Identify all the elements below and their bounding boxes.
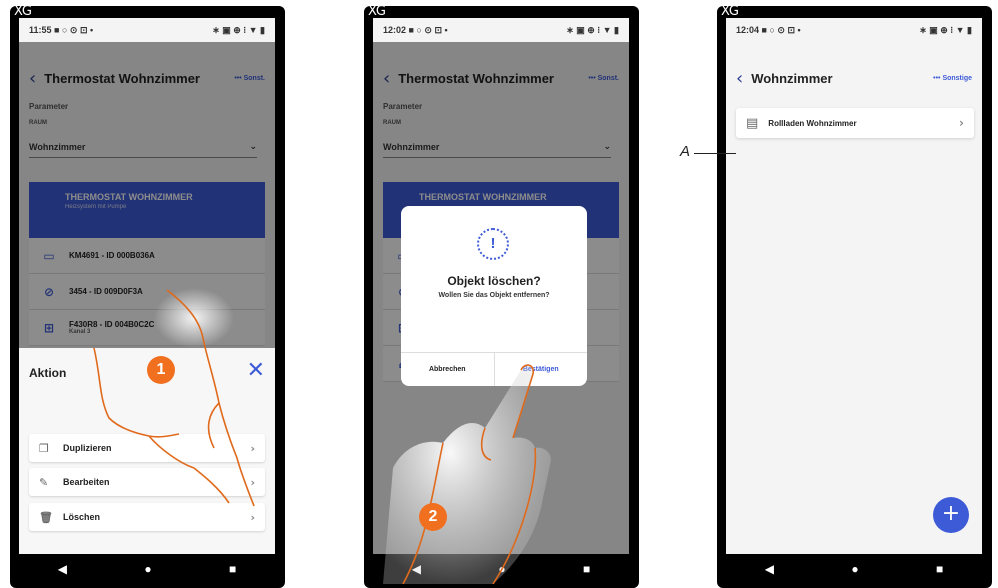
chevron-right-icon: › bbox=[959, 116, 964, 130]
phone-2: XG 12:02 ■ ○ ⊙ ⊡ • ∗ ▣ ⊕ ⁝ ▼ ▮ ‹ Thermos… bbox=[364, 4, 639, 588]
status-bar: 12:04 ■ ○ ⊙ ⊡ • ∗ ▣ ⊕ ⁝ ▼ ▮ bbox=[726, 18, 982, 42]
back-nav-icon[interactable]: ◀ bbox=[765, 562, 774, 576]
phone-1: XG 11:55 ■ ○ ⊙ ⊡ • ∗ ▣ ⊕ ⁝ ▼ ▮ ‹ Thermos… bbox=[10, 4, 285, 588]
recents-nav-icon[interactable]: ■ bbox=[936, 562, 943, 576]
status-icons: ■ ○ ⊙ ⊡ • bbox=[761, 24, 801, 35]
screen-2: 12:02 ■ ○ ⊙ ⊡ • ∗ ▣ ⊕ ⁝ ▼ ▮ ‹ Thermostat… bbox=[373, 18, 629, 584]
system-icons: ∗ ▣ ⊕ ⁝ ▼ ▮ bbox=[919, 24, 972, 35]
callout-line bbox=[694, 153, 736, 154]
screen-3: 12:04 ■ ○ ⊙ ⊡ • ∗ ▣ ⊕ ⁝ ▼ ▮ ‹ Wohnzimmer… bbox=[726, 18, 982, 584]
screen-cast-icon: XG bbox=[721, 4, 739, 19]
phone-3: XG 12:04 ■ ○ ⊙ ⊡ • ∗ ▣ ⊕ ⁝ ▼ ▮ ‹ Wohnzim… bbox=[717, 4, 992, 588]
header: ‹ Wohnzimmer ••• Sonstige bbox=[726, 64, 982, 92]
shutter-icon: ▤ bbox=[746, 115, 759, 131]
more-menu[interactable]: ••• Sonstige bbox=[933, 75, 972, 82]
screen-cast-icon: XG bbox=[368, 4, 386, 19]
hand-pointer-illustration bbox=[93, 288, 255, 507]
nav-bar: ◀ ● ■ bbox=[726, 554, 982, 584]
screen-cast-icon: XG bbox=[14, 4, 32, 19]
page-title: Wohnzimmer bbox=[751, 70, 833, 86]
list-item[interactable]: ▤ Rollladen Wohnzimmer › bbox=[736, 108, 974, 138]
step-marker: 2 bbox=[419, 503, 447, 531]
add-button[interactable]: + bbox=[933, 497, 969, 533]
home-nav-icon[interactable]: ● bbox=[851, 562, 858, 576]
callout-label: A bbox=[680, 143, 691, 160]
item-label: Rollladen Wohnzimmer bbox=[768, 118, 857, 128]
back-icon[interactable]: ‹ bbox=[736, 68, 743, 89]
hand-pointer-illustration bbox=[383, 364, 551, 584]
clock: 12:04 bbox=[736, 24, 760, 35]
screen-1: 11:55 ■ ○ ⊙ ⊡ • ∗ ▣ ⊕ ⁝ ▼ ▮ ‹ Thermostat… bbox=[19, 18, 275, 584]
